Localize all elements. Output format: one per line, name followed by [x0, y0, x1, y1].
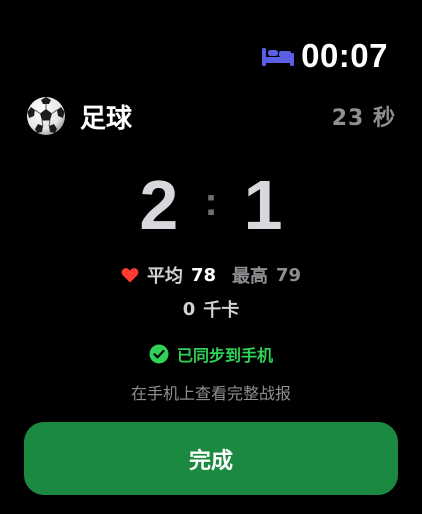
hr-max-label: 最高: [232, 266, 268, 287]
heart-rate-summary: 平均 78 最高 79: [0, 262, 422, 288]
done-button[interactable]: 完成: [24, 422, 398, 495]
hr-avg-value: 78: [190, 264, 216, 286]
calories-unit: 千卡: [203, 300, 240, 321]
status-bar: 00:07: [261, 36, 388, 76]
sync-status: 已同步到手机: [0, 341, 422, 367]
heart-icon: [121, 267, 139, 283]
sport-title-group: 足球: [26, 96, 132, 136]
away-score: 1: [243, 166, 283, 244]
home-score: 2: [139, 166, 179, 244]
sync-text: 已同步到手机: [176, 346, 273, 365]
check-circle-icon: [149, 344, 169, 364]
clock-time: 00:07: [301, 37, 388, 74]
elapsed-time: 23 秒: [331, 106, 396, 131]
bed-icon: [261, 45, 295, 67]
hr-max-value: 79: [276, 264, 302, 286]
match-score: 2 : 1: [0, 160, 422, 250]
calories-summary: 0 千卡: [0, 296, 422, 322]
calories-value: 0: [182, 298, 196, 320]
sport-name: 足球: [80, 103, 133, 134]
view-full-report-hint: 在手机上查看完整战报: [130, 384, 291, 403]
soccer-ball-icon: [26, 96, 66, 136]
score-separator: :: [204, 180, 218, 224]
workout-header: 足球 23 秒: [26, 94, 396, 138]
hr-avg-label: 平均: [146, 266, 183, 287]
